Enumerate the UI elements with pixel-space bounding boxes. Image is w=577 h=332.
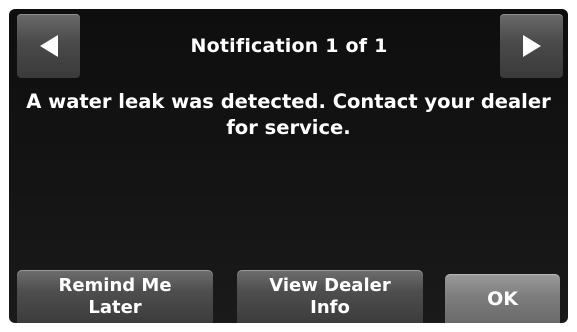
previous-notification-button[interactable]	[17, 14, 80, 78]
notification-message: A water leak was detected. Contact your …	[26, 90, 551, 139]
left-arrow-icon	[39, 35, 58, 57]
notification-header: Notification 1 of 1	[9, 9, 568, 83]
right-arrow-icon	[522, 35, 541, 57]
remind-me-later-button[interactable]: Remind Me Later	[17, 270, 213, 323]
notification-title: Notification 1 of 1	[190, 35, 388, 57]
ok-button[interactable]: OK	[445, 274, 560, 323]
view-dealer-info-button[interactable]: View Dealer Info	[237, 270, 423, 323]
next-notification-button[interactable]	[500, 14, 563, 78]
thermostat-screen: Notification 1 of 1 A water leak was det…	[9, 9, 568, 323]
